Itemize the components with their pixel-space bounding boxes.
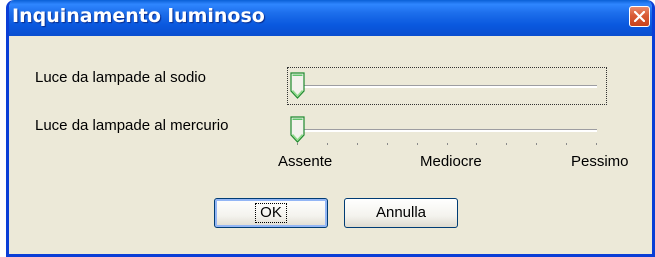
close-icon	[634, 11, 645, 22]
dialog-window: Inquinamento luminoso Luce da lampade al…	[6, 0, 655, 257]
mercury-light-slider[interactable]	[288, 112, 606, 148]
scale-min-label: Assente	[278, 153, 333, 170]
slider-thumb[interactable]	[290, 116, 305, 143]
sodium-light-label: Luce da lampade al sodio	[35, 69, 206, 86]
ok-button[interactable]: OK	[214, 198, 328, 228]
sodium-light-slider[interactable]	[287, 67, 607, 105]
slider-tick	[417, 143, 418, 145]
slider-thumb[interactable]	[290, 72, 305, 99]
scale-max-label: Pessimo	[571, 153, 629, 170]
slider-tick	[536, 143, 537, 145]
slider-tick	[566, 143, 567, 145]
slider-tick	[297, 143, 298, 145]
scale-mid-label: Mediocre	[420, 153, 482, 170]
title-bar[interactable]: Inquinamento luminoso	[9, 0, 652, 36]
slider-tick	[327, 143, 328, 145]
slider-tick	[447, 143, 448, 145]
slider-track	[297, 129, 597, 132]
close-button[interactable]	[629, 6, 650, 27]
cancel-button[interactable]: Annulla	[344, 198, 458, 228]
slider-tick	[387, 143, 388, 145]
slider-ticks	[297, 143, 597, 146]
slider-tick	[506, 143, 507, 145]
slider-tick	[476, 143, 477, 145]
cancel-button-label: Annulla	[375, 204, 427, 221]
slider-tick	[357, 143, 358, 145]
slider-tick	[596, 143, 597, 145]
dialog-title: Inquinamento luminoso	[12, 5, 265, 27]
mercury-light-label: Luce da lampade al mercurio	[35, 117, 229, 134]
slider-track	[297, 85, 597, 88]
ok-button-label: OK	[255, 203, 287, 223]
